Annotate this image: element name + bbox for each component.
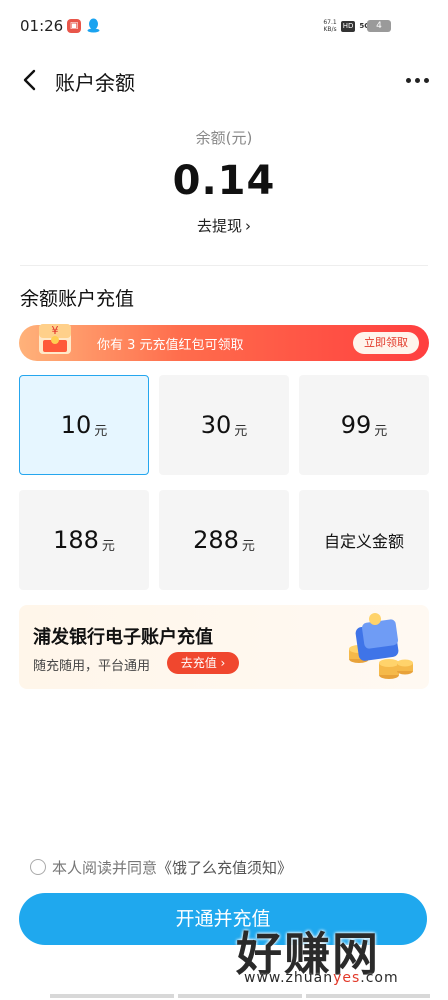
balance-label: 余额(元)	[195, 129, 253, 147]
amount-option-10[interactable]: 10 元	[19, 375, 149, 475]
amount-unit: 元	[234, 423, 248, 439]
agreement-checkbox[interactable]	[30, 859, 46, 875]
amount-value: 30	[200, 411, 232, 439]
amount-unit: 元	[374, 423, 388, 439]
notification-app-icon: ▣	[67, 19, 81, 33]
divider	[20, 265, 428, 266]
promo-text: 你有 3 元充值红包可领取	[97, 338, 244, 353]
wallet-coins-icon	[349, 613, 413, 679]
page-title: 账户余额	[55, 71, 135, 95]
chevron-left-icon	[23, 69, 36, 91]
svg-text:¥: ¥	[52, 324, 59, 337]
status-bar: 01:26 ▣ 67.1 KB/s HD 5G 4	[0, 0, 448, 50]
bank-subtitle: 随充随用，平台通用	[33, 659, 151, 674]
more-horizontal-icon	[405, 77, 411, 83]
amount-option-30[interactable]: 30 元	[159, 375, 289, 475]
withdraw-label: 去提现	[196, 217, 242, 235]
bank-title: 浦发银行电子账户充值	[33, 627, 213, 648]
agreement-link[interactable]: 《饿了么充值须知》	[157, 857, 292, 878]
amount-value: 288	[193, 526, 239, 554]
watermark-url: www.zhuanyes.com	[244, 970, 399, 986]
amount-option-188[interactable]: 188 元	[19, 490, 149, 590]
more-button[interactable]	[402, 68, 432, 92]
amount-unit: 元	[94, 423, 108, 439]
amount-unit: 元	[241, 538, 255, 554]
hd-badge: HD	[340, 20, 356, 32]
section-title: 余额账户充值	[20, 288, 135, 310]
net-speed: 67.1 KB/s	[323, 19, 337, 33]
bottom-scroll-indicator	[50, 994, 430, 998]
bank-recharge-button[interactable]: 去充值 ›	[167, 652, 239, 674]
amount-option-99[interactable]: 99 元	[299, 375, 429, 475]
qq-penguin-icon	[87, 18, 100, 33]
battery-indicator: 4	[367, 20, 391, 32]
withdraw-link[interactable]: 去提现 ›	[0, 215, 448, 236]
open-and-recharge-button[interactable]: 开通并充值	[19, 893, 427, 945]
bank-recharge-card[interactable]: 浦发银行电子账户充值 随充随用，平台通用 去充值 ›	[19, 605, 429, 689]
amount-unit: 元	[101, 538, 115, 554]
balance-value: 0.14	[172, 158, 276, 204]
amount-value: 188	[53, 526, 99, 554]
agreement-text: 本人阅读并同意	[52, 858, 158, 877]
custom-amount-label: 自定义金额	[323, 532, 404, 551]
amount-grid: 10 元 30 元 99 元 188 元 288 元 自定义金额	[19, 375, 429, 591]
amount-value: 10	[60, 411, 92, 439]
agreement-checkbox-row[interactable]: 本人阅读并同意 《饿了么充值须知》	[30, 857, 292, 877]
chevron-right-icon: ›	[245, 217, 251, 235]
claim-button[interactable]: 立即领取	[353, 332, 419, 354]
status-time: 01:26	[20, 17, 64, 35]
header: 账户余额	[0, 55, 448, 105]
amount-option-288[interactable]: 288 元	[159, 490, 289, 590]
red-packet-icon: ¥	[39, 324, 71, 354]
amount-value: 99	[340, 411, 372, 439]
promo-banner[interactable]: ¥ 你有 3 元充值红包可领取 立即领取	[19, 324, 429, 361]
amount-option-custom[interactable]: 自定义金额	[299, 490, 429, 590]
back-button[interactable]	[14, 65, 44, 95]
